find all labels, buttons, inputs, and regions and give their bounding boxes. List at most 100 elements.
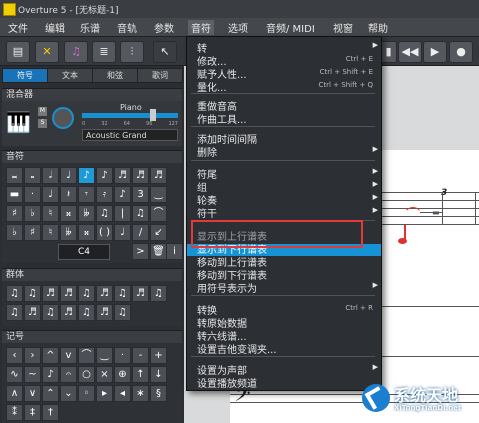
quarter-note-icon[interactable]: ♪: [78, 167, 95, 184]
notes-view-button[interactable]: ♫: [64, 41, 88, 63]
menu-options[interactable]: 选项: [228, 20, 248, 35]
beam-icon[interactable]: ♫: [132, 205, 149, 222]
natural-accidental-icon[interactable]: ♮: [42, 224, 59, 241]
marks-icon[interactable]: ◂: [114, 385, 131, 402]
marks-icon[interactable]: ◦: [78, 385, 95, 402]
slur-icon[interactable]: ⌒: [150, 205, 167, 222]
record-button[interactable]: ●: [449, 41, 473, 63]
tab-chords[interactable]: 和弦: [92, 68, 138, 83]
group-icon[interactable]: ♫: [150, 285, 167, 302]
marks-icon[interactable]: †: [42, 404, 59, 421]
insert-button[interactable]: >: [132, 243, 149, 260]
quarter-rest-icon[interactable]: 𝄽: [60, 186, 77, 203]
triplet-icon[interactable]: 3: [132, 186, 149, 203]
tab-symbols[interactable]: 符号: [2, 68, 48, 83]
rest-icon[interactable]: ▬: [6, 186, 23, 203]
chord-icon[interactable]: ♫: [96, 205, 113, 222]
marks-icon[interactable]: ↑: [132, 366, 149, 383]
sixteenth-note-icon[interactable]: ♬: [114, 167, 131, 184]
group-icon[interactable]: ♬: [42, 285, 59, 302]
marks-icon[interactable]: ‡: [24, 404, 41, 421]
paren-icon[interactable]: ( ): [96, 224, 113, 241]
marks-icon[interactable]: +: [150, 347, 167, 364]
menu-window[interactable]: 视窗: [333, 20, 353, 35]
half-note-alt-icon[interactable]: ♩: [60, 167, 77, 184]
menu-item-capo[interactable]: 设置吉他变调夹...: [197, 341, 277, 356]
group-icon[interactable]: ♬: [132, 285, 149, 302]
marks-icon[interactable]: ▸: [96, 385, 113, 402]
pitch-field[interactable]: C4: [58, 244, 110, 260]
menu-item-quantize[interactable]: 量化...: [197, 79, 227, 94]
selected-note-head[interactable]: [398, 238, 407, 244]
arrow-icon[interactable]: ↙: [150, 224, 167, 241]
rewind-button[interactable]: ▮: [380, 41, 397, 63]
group-icon[interactable]: ♫: [6, 285, 23, 302]
marks-icon[interactable]: ⌃: [42, 385, 59, 402]
menu-notes[interactable]: 音符: [188, 20, 214, 35]
group-icon[interactable]: ♫: [78, 304, 95, 321]
sixtyfourth-note-icon[interactable]: ♬: [150, 167, 167, 184]
marks-icon[interactable]: ∗: [132, 385, 149, 402]
pointer-button[interactable]: ↖: [153, 41, 177, 63]
fast-back-button[interactable]: ◀◀: [398, 41, 422, 63]
group-icon[interactable]: ♫: [42, 304, 59, 321]
tab-lyrics[interactable]: 歌词: [137, 68, 183, 83]
group-icon[interactable]: ♬: [60, 304, 77, 321]
menu-item-notate-as[interactable]: 用符号表示为: [197, 280, 257, 295]
marks-icon[interactable]: ·: [114, 347, 131, 364]
marks-icon[interactable]: ○: [78, 366, 95, 383]
solo-button[interactable]: S: [38, 119, 47, 128]
group-icon[interactable]: ♫: [114, 285, 131, 302]
dotted-note-icon[interactable]: ♩: [42, 186, 59, 203]
marks-icon[interactable]: ⌄: [60, 385, 77, 402]
group-icon[interactable]: ♬: [60, 285, 77, 302]
marks-icon[interactable]: ⌒: [78, 347, 95, 364]
flat-accidental-icon[interactable]: ♭: [6, 224, 23, 241]
marks-icon[interactable]: ‿: [96, 347, 113, 364]
eighth-rest-icon[interactable]: 𝄾: [78, 186, 95, 203]
sharp-icon[interactable]: ♯: [6, 205, 23, 222]
stem-icon[interactable]: |: [114, 205, 131, 222]
marks-icon[interactable]: ›: [24, 347, 41, 364]
double-whole-note-icon[interactable]: 𝅜: [6, 167, 23, 184]
marks-icon[interactable]: v: [60, 347, 77, 364]
layout-button[interactable]: ▤: [6, 41, 30, 63]
menu-help[interactable]: 帮助: [368, 20, 388, 35]
cue-icon[interactable]: ♩: [114, 224, 131, 241]
menu-item-playback-channel[interactable]: 设置播放频道: [197, 375, 257, 390]
group-icon[interactable]: ♫: [24, 285, 41, 302]
group-icon[interactable]: ♫: [6, 304, 23, 321]
menu-item-compose-tools[interactable]: 作曲工具...: [197, 111, 247, 126]
tie-icon[interactable]: ‿: [150, 186, 167, 203]
volume-slider-handle[interactable]: [150, 109, 156, 121]
double-sharp-icon[interactable]: 𝄪: [60, 205, 77, 222]
info-icon[interactable]: i: [166, 243, 183, 260]
grace-note-icon[interactable]: ♪: [114, 186, 131, 203]
marks-icon[interactable]: ⁑: [6, 404, 23, 421]
tools-button[interactable]: ✕: [35, 41, 59, 63]
marks-icon[interactable]: ∧: [6, 385, 23, 402]
marks-icon[interactable]: -: [132, 347, 149, 364]
mixer-view-button[interactable]: ≣: [92, 41, 116, 63]
group-icon[interactable]: ♫: [78, 285, 95, 302]
sixteenth-rest-icon[interactable]: 𝄿: [96, 186, 113, 203]
double-flat-icon[interactable]: 𝄫: [78, 205, 95, 222]
menu-params[interactable]: 参数: [154, 20, 174, 35]
play-button[interactable]: ▶: [423, 41, 447, 63]
menu-file[interactable]: 文件: [8, 20, 28, 35]
thirtysecond-note-icon[interactable]: ♬: [132, 167, 149, 184]
stem-up-icon[interactable]: /: [132, 224, 149, 241]
sliders-button[interactable]: ⫶: [120, 41, 144, 63]
marks-icon[interactable]: 𝄐: [60, 366, 77, 383]
trash-icon[interactable]: 🗑: [150, 243, 167, 260]
group-icon[interactable]: ♬: [96, 285, 113, 302]
volume-knob[interactable]: [52, 107, 74, 129]
marks-icon[interactable]: ^: [42, 347, 59, 364]
dbl-flat-icon[interactable]: 𝄫: [60, 224, 77, 241]
volume-slider[interactable]: [82, 113, 178, 118]
dbl-sharp-icon[interactable]: 𝄪: [78, 224, 95, 241]
marks-icon[interactable]: ×: [96, 366, 113, 383]
group-icon[interactable]: ♫: [114, 304, 131, 321]
marks-icon[interactable]: ♪: [42, 366, 59, 383]
menu-score[interactable]: 乐谱: [80, 20, 100, 35]
